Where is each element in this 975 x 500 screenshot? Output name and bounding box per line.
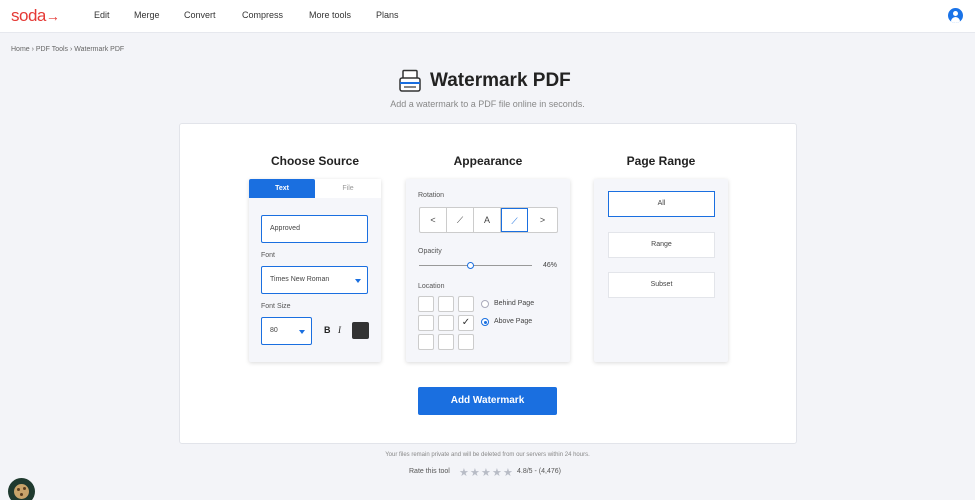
tab-text[interactable]: Text	[249, 179, 315, 198]
rotation-options: < ⟋ A ⟋ >	[419, 207, 558, 233]
rotate-none-icon[interactable]: A	[474, 208, 501, 232]
soda-logo[interactable]: soda→	[11, 6, 60, 26]
location-top-center[interactable]	[438, 296, 454, 312]
checkmark-icon: ✓	[461, 317, 471, 328]
opacity-label: Opacity	[418, 248, 442, 255]
star-icon[interactable]: ★	[492, 466, 502, 479]
chevron-down-icon	[355, 279, 361, 283]
opacity-value: 46%	[543, 262, 558, 269]
add-watermark-button[interactable]: Add Watermark	[418, 387, 557, 415]
above-page-radio[interactable]	[481, 318, 489, 326]
watermark-text-input[interactable]: Approved	[261, 215, 368, 243]
font-select[interactable]: Times New Roman	[261, 266, 368, 294]
above-page-label: Above Page	[494, 318, 533, 325]
font-size-value: 80	[270, 327, 278, 334]
behind-page-label: Behind Page	[494, 300, 535, 307]
page-range-title: Page Range	[626, 154, 696, 168]
nav-compress[interactable]: Compress	[242, 10, 283, 20]
font-size-label: Font Size	[261, 303, 291, 310]
location-top-right[interactable]	[458, 296, 474, 312]
star-icon[interactable]: ★	[470, 466, 480, 479]
cookie-settings-icon[interactable]	[8, 478, 35, 500]
privacy-notice: Your files remain private and will be de…	[385, 452, 590, 458]
breadcrumb: Home › PDF Tools › Watermark PDF	[11, 46, 125, 53]
rotation-label: Rotation	[418, 192, 445, 199]
profile-icon[interactable]	[948, 8, 963, 23]
rotate-diagonal-down-icon[interactable]: ⟋	[501, 208, 528, 232]
location-middle-right[interactable]: ✓	[458, 315, 474, 331]
choose-source-title: Choose Source	[270, 154, 360, 168]
choose-source-panel: Text File Approved Font Times New Roman …	[249, 179, 381, 362]
range-all-button[interactable]: All	[608, 191, 715, 217]
rotate-right-icon[interactable]: >	[529, 208, 556, 232]
location-bottom-left[interactable]	[418, 334, 434, 350]
nav-merge[interactable]: Merge	[134, 10, 160, 20]
bold-button[interactable]: B	[324, 325, 331, 335]
appearance-title: Appearance	[453, 154, 523, 168]
watermark-pdf-icon	[399, 69, 421, 92]
opacity-slider-handle[interactable]	[466, 262, 474, 269]
rating-label: Rate this tool	[409, 468, 450, 475]
location-middle-left[interactable]	[418, 315, 434, 331]
italic-button[interactable]: I	[338, 325, 341, 335]
opacity-slider[interactable]	[419, 265, 532, 266]
rotate-left-icon[interactable]: <	[420, 208, 447, 232]
page-subtitle: Add a watermark to a PDF file online in …	[390, 99, 585, 109]
range-subset-button[interactable]: Subset	[608, 272, 715, 298]
nav-convert[interactable]: Convert	[184, 10, 216, 20]
font-label: Font	[261, 252, 276, 259]
appearance-panel: Rotation < ⟋ A ⟋ > Opacity 46% Location …	[406, 179, 570, 362]
font-size-select[interactable]: 80	[261, 317, 312, 345]
range-range-button[interactable]: Range	[608, 232, 715, 258]
location-label: Location	[418, 283, 445, 290]
location-top-left[interactable]	[418, 296, 434, 312]
location-bottom-center[interactable]	[438, 334, 454, 350]
font-select-value: Times New Roman	[270, 276, 330, 283]
chevron-down-icon	[299, 330, 305, 334]
star-icon[interactable]: ★	[481, 466, 491, 479]
rotate-diagonal-up-icon[interactable]: ⟋	[447, 208, 474, 232]
star-icon[interactable]: ★	[459, 466, 469, 479]
behind-page-radio[interactable]	[481, 300, 489, 308]
location-middle-center[interactable]	[438, 315, 454, 331]
text-color-swatch[interactable]	[352, 322, 369, 339]
logo-arrow-icon: →	[45, 8, 60, 24]
star-icon[interactable]: ★	[503, 466, 513, 479]
rating-value: 4.8/5 - (4,476)	[517, 468, 561, 475]
page-title: Watermark PDF	[430, 70, 571, 91]
tab-file[interactable]: File	[315, 179, 381, 198]
nav-edit[interactable]: Edit	[94, 10, 110, 20]
location-bottom-right[interactable]	[458, 334, 474, 350]
nav-more-tools[interactable]: More tools	[309, 10, 351, 20]
logo-text: soda	[11, 6, 46, 25]
top-navbar: soda→ Edit Merge Convert Compress More t…	[0, 0, 975, 33]
page-range-panel: All Range Subset	[594, 179, 728, 362]
nav-plans[interactable]: Plans	[376, 10, 399, 20]
